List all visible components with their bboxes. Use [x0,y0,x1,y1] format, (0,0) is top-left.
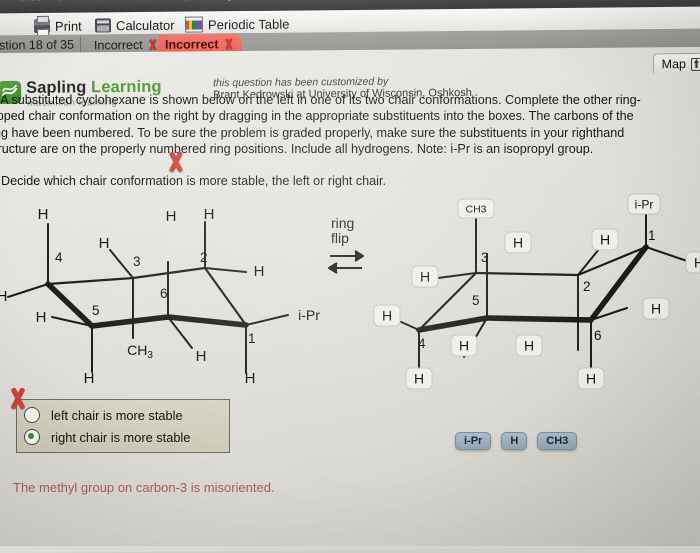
drop-box: H [642,297,670,320]
chair-structures: H H H CH3 H H H H H H i-Pr H 4 3 2 6 5 1… [0,193,700,390]
left-sub-h-c3-axial: H [99,235,110,252]
screenshot-page: 10/11/2017 11:33 PM +16,74 Print Calcula… [0,0,700,553]
svg-text:H: H [694,255,700,271]
svg-text:H: H [651,301,661,317]
left-carbon-2: 2 [200,250,208,265]
drop-box: H [685,251,700,274]
ring-flip-line1: ring [331,215,354,231]
left-sub-h-c5-eq: H [36,309,47,326]
svg-text:H: H [420,269,430,285]
svg-text:H: H [513,235,523,251]
left-sub-h-c6-eq: H [196,348,207,365]
incorrect-x-overlay-icon [165,151,187,173]
radio-right-chair[interactable] [24,429,40,445]
left-sub-h-c4-eq: H [0,288,7,305]
drop-box: H [577,367,605,390]
svg-text:H: H [414,371,424,387]
answer-option-right-chair[interactable]: right chair is more stable [24,426,190,448]
answer-option-right-chair-label: right chair is more stable [51,429,191,445]
svg-text:H: H [586,371,596,387]
ring-flip-line2: flip [331,230,349,246]
left-sub-h-c5-axial: H [84,370,95,387]
answer-options-group: left chair is more stable right chair is… [16,399,230,453]
left-sub-ipr-c1: i-Pr [298,307,320,323]
answer-option-left-chair-label: left chair is more stable [51,407,183,423]
svg-text:H: H [459,338,469,354]
ring-flip-annotation: ring flip [327,215,365,274]
left-sub-h-c2-axial: H [166,208,177,225]
right-carbon-1: 1 [648,228,656,243]
svg-text:H: H [382,308,392,324]
left-carbon-5: 5 [92,303,100,318]
svg-text:H: H [600,232,610,248]
answer-incorrect-x-icon [6,387,29,410]
svg-text:i-Pr: i-Pr [635,198,654,212]
left-sub-h-c6-axial: H [204,206,215,223]
drop-box: i-Pr [627,193,661,215]
left-sub-h-c2-eq: H [254,263,265,280]
right-chair-drop-boxes: CH3 H H H i-Pr H H H H H H H [373,193,700,390]
right-carbon-3: 3 [481,250,489,265]
right-carbon-4: 4 [418,336,426,351]
drop-box: H [405,367,433,390]
drop-box: H [411,265,439,288]
palette-chip-h[interactable]: H [501,432,528,450]
drop-box: H [591,228,619,251]
left-sub-h-c1-axial: H [245,370,256,387]
right-carbon-2: 2 [583,279,591,294]
left-sub-h-c4-axial: H [38,206,49,223]
right-carbon-5: 5 [472,293,480,308]
substituent-palette: i-Pr H CH3 [455,432,578,450]
left-carbon-3: 3 [133,254,141,269]
left-carbon-4: 4 [55,250,63,265]
palette-chip-ch3[interactable]: CH3 [537,432,578,450]
palette-chip-ipr[interactable]: i-Pr [455,432,492,450]
right-carbon-6: 6 [594,328,602,343]
svg-text:CH3: CH3 [465,204,486,216]
svg-text:H: H [524,338,534,354]
feedback-message: The methyl group on carbon-3 is misorien… [13,480,275,495]
drop-box: CH3 [457,198,495,219]
right-chair-carbon-numbers: 3 2 1 4 5 6 [418,228,656,351]
left-carbon-6: 6 [160,286,168,301]
drop-box: H [450,334,478,357]
drop-box: H [504,231,532,254]
drop-box: H [373,304,401,327]
left-sub-ch3-c3: CH3 [127,342,153,361]
answer-option-left-chair[interactable]: left chair is more stable [24,404,183,426]
left-carbon-1: 1 [248,331,256,346]
drop-box: H [515,334,543,357]
